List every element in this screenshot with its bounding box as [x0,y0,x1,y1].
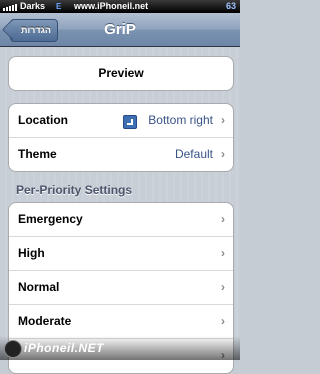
signal-icon [3,4,17,11]
status-title: www.iPhoneil.net [74,1,149,11]
position-arrow-icon [123,115,137,129]
theme-row[interactable]: Theme Default › [9,138,233,171]
chevron-right-icon: › [221,113,225,127]
settings-group: Location Bottom right › Theme Default › [8,103,234,172]
priority-label: High [18,246,45,260]
section-header: Per-Priority Settings [16,183,133,197]
priority-row-high[interactable]: High › [9,237,233,271]
page-title: GriP [104,21,136,38]
preview-group: Preview [8,56,234,91]
priority-label: Emergency [18,212,83,226]
theme-value: Default [174,147,213,161]
priority-row-normal[interactable]: Normal › [9,271,233,305]
battery-level: 63 [225,1,236,11]
preview-button[interactable]: Preview [9,57,233,90]
chevron-right-icon: › [221,212,225,226]
theme-label: Theme [18,147,57,161]
location-value: Bottom right [148,113,213,127]
status-bar: Darks E www.iPhoneil.net 63 [0,0,240,13]
location-label: Location [18,113,68,127]
chevron-right-icon: › [221,314,225,328]
watermark-text: iPhoneil.NET [24,341,105,355]
carrier-name: Darks [20,1,46,11]
watermark: iPhoneil.NET [0,336,240,360]
priority-row-moderate[interactable]: Moderate › [9,305,233,339]
chevron-right-icon: › [221,147,225,161]
priority-label: Moderate [18,314,72,328]
logo-icon [4,340,22,358]
chevron-right-icon: › [221,246,225,260]
network-icon: E [56,2,62,11]
location-row[interactable]: Location Bottom right › [9,104,233,138]
preview-label: Preview [98,66,144,80]
priority-label: Normal [18,280,60,294]
priority-row-emergency[interactable]: Emergency › [9,203,233,237]
chevron-right-icon: › [221,280,225,294]
